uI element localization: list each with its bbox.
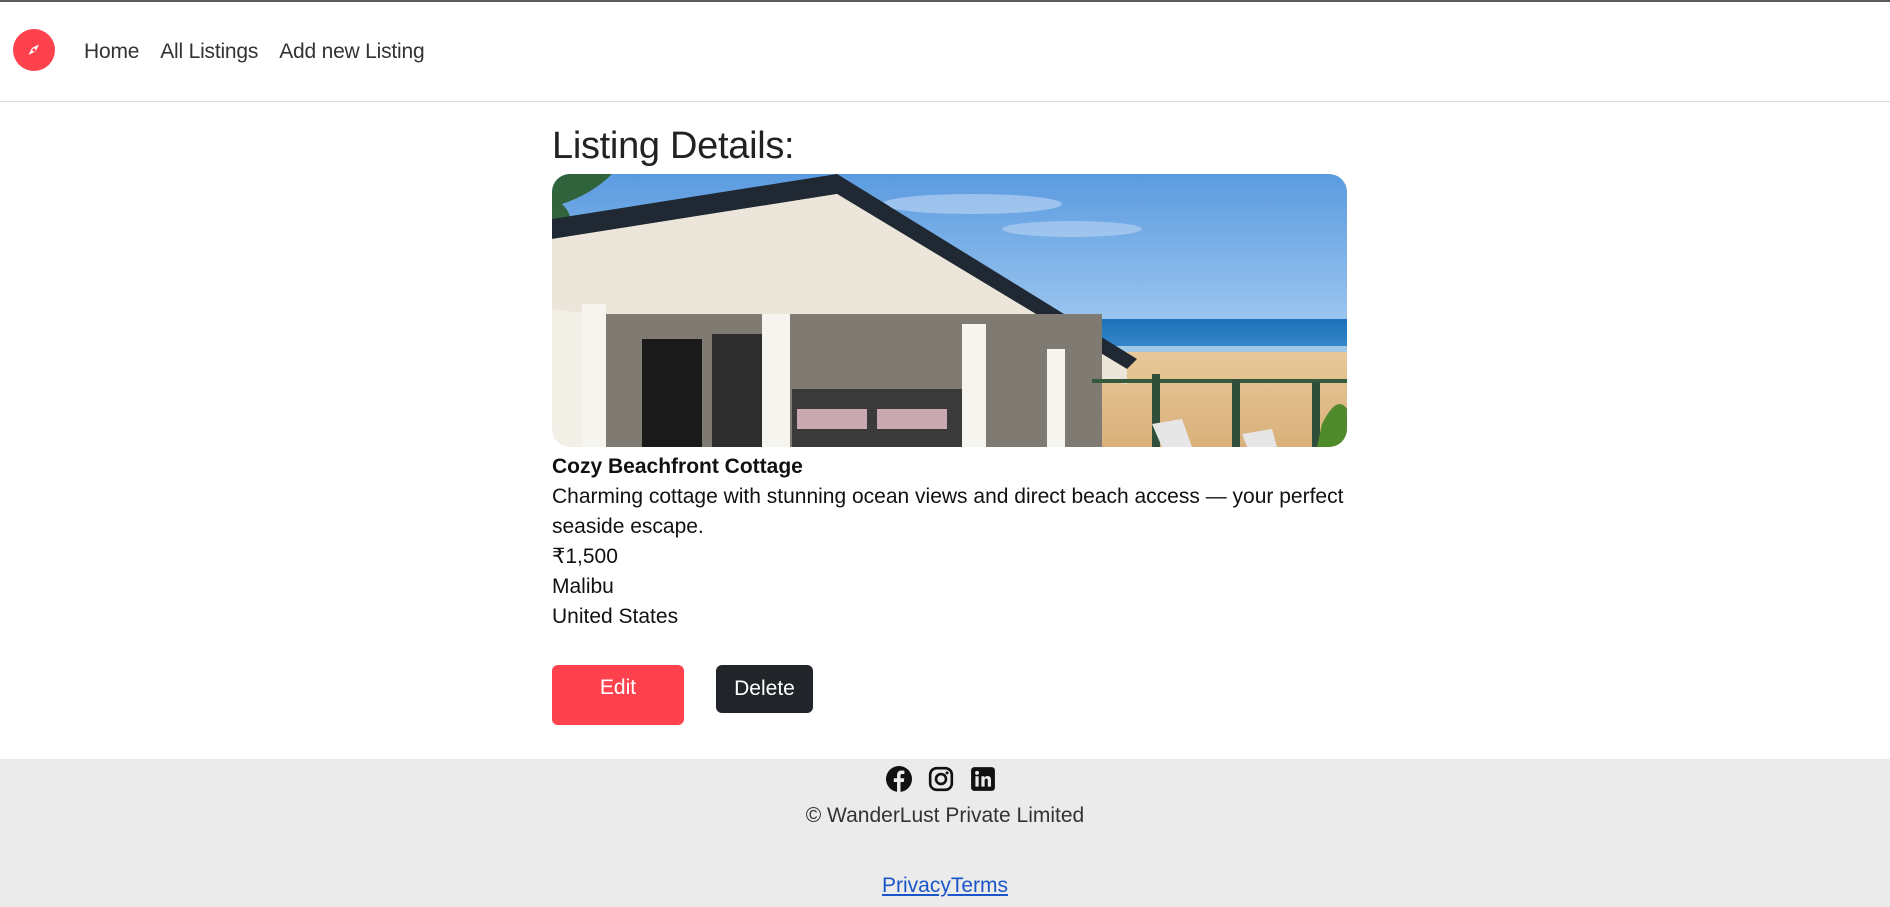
listing-actions: Edit Delete (552, 665, 1348, 725)
brand-logo[interactable] (13, 29, 55, 71)
footer: © WanderLust Private Limited PrivacyTerm… (0, 759, 1890, 907)
page-title: Listing Details: (552, 125, 795, 167)
nav-link-home[interactable]: Home (84, 40, 139, 64)
page: Home All Listings Add new Listing Listin… (0, 0, 1890, 907)
navbar: Home All Listings Add new Listing (0, 2, 1890, 102)
compass-icon (28, 44, 39, 55)
privacy-link[interactable]: Privacy (882, 874, 951, 897)
nav-links: Home All Listings Add new Listing (84, 40, 445, 64)
delete-button[interactable]: Delete (716, 665, 813, 713)
social-links (886, 766, 996, 792)
listing-location: Malibu (552, 575, 614, 598)
listing-title: Cozy Beachfront Cottage (552, 455, 803, 478)
footer-links: PrivacyTerms (0, 874, 1890, 898)
listing-price: ₹1,500 (552, 545, 618, 568)
terms-link[interactable]: Terms (951, 874, 1008, 897)
facebook-icon[interactable] (886, 766, 912, 792)
copyright-text: © WanderLust Private Limited (805, 804, 1085, 827)
nav-link-add-new-listing[interactable]: Add new Listing (279, 40, 424, 64)
beach-cottage-photo (552, 174, 1347, 447)
edit-button[interactable]: Edit (552, 665, 684, 725)
listing-country: United States (552, 605, 679, 628)
nav-link-all-listings[interactable]: All Listings (160, 40, 258, 64)
listing-description: Charming cottage with stunning ocean vie… (552, 485, 1344, 538)
listing-image (552, 174, 1347, 447)
instagram-icon[interactable] (928, 766, 954, 792)
linkedin-icon[interactable] (970, 766, 996, 792)
listing-details: Cozy Beachfront Cottage Charming cottage… (552, 452, 1348, 632)
main-content: Listing Details: Cozy Beachfront Cottage… (552, 122, 1348, 725)
